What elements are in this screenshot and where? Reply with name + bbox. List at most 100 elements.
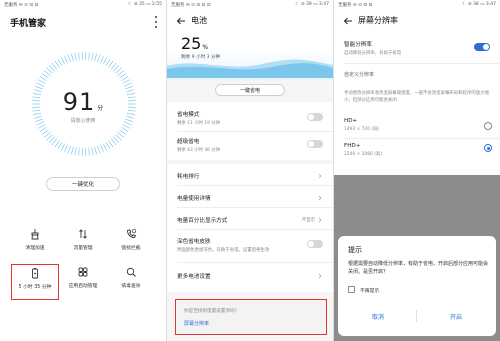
battery-percent-unit: % [202,44,209,51]
ring-tick [88,147,90,156]
row-divider [177,207,333,208]
row-title: 省电模式 [177,112,200,118]
ring-tick [48,65,55,72]
status-right: ☾ ⊘ 38 ▭ 3:47 [462,2,496,7]
tile-block[interactable]: 骚扰拦截 [107,226,155,262]
option-subtitle: 1493 × 720 (低) [344,127,380,132]
tile-battery[interactable]: 5 小时 35 分钟 [11,264,59,300]
status-right: ☾ ⊘ 35 ▭ 2:55 [128,2,162,7]
ring-tick [122,79,131,84]
description: 手动更改分辨率会改变屏幕观感度，一般不会改变屏幕布局和程序的放大缩小，但部分应用… [344,91,489,103]
tile-app-launch[interactable]: 应用启动管理 [59,264,107,300]
tile-label: 流量管理 [73,246,93,251]
phone-manager-panel: 无服务 ✉ ⊙ ⊡ ⊡ ☾ ⊘ 35 ▭ 2:55 手机管家 91 分 请放心使用… [0,0,166,341]
screen-resolution-link[interactable]: 屏幕分辨率 [184,320,209,327]
row-title: 电量使用详情 [177,196,211,202]
one-tap-save-button[interactable]: 一键省电 [215,84,285,96]
option-title: HD+ [344,118,358,124]
smart-resolution-toggle[interactable] [474,43,490,51]
page-title: 屏幕分辨率 [358,16,398,25]
ring-tick [39,76,47,82]
dark-skin-toggle[interactable] [307,240,323,248]
ring-tick [37,79,46,84]
broom-icon [31,229,39,240]
ring-tick [97,54,101,63]
fhd-radio[interactable] [484,144,492,152]
ring-tick [117,70,125,77]
score: 91 分 [0,88,166,116]
back-arrow-icon[interactable] [176,16,186,26]
ring-tick [94,53,97,62]
no-remind-label: 不再提示 [360,289,380,294]
fhd-option[interactable]: FHD+ 2240 × 1080 (高) [344,143,490,158]
more-battery-settings-row[interactable]: 更多电池设置 [177,272,323,280]
hd-radio[interactable] [484,122,492,130]
option-subtitle: 2240 × 1080 (高) [344,152,383,157]
chevron-right-icon [318,273,322,279]
ring-tick [37,124,46,129]
battery-panel: 无服务 ✉ ⊙ ⊡ ⊡ ⊡ ☾ ⊘ 39 ▭ 3:47 电池 25% 剩余 9 … [167,0,333,341]
ring-tick [113,136,120,143]
ring-tick [41,129,49,135]
ring-tick [100,55,104,64]
custom-resolution-desc: 手动更改分辨率会改变屏幕观感度，一般不会改变屏幕布局和程序的放大缩小，但部分应用… [344,88,490,104]
ring-tick [110,62,117,70]
enable-button[interactable]: 开启 [426,312,486,321]
ring-tick [51,62,58,70]
ring-tick [36,82,44,87]
cancel-button[interactable]: 取消 [348,312,408,321]
tile-data-usage[interactable]: 流量管理 [59,226,107,262]
page-title: 手机管家 [10,19,47,29]
save-mode-row[interactable]: 省电模式 剩余 11 小时 19 分钟 [177,110,323,126]
hd-option[interactable]: HD+ 1493 × 720 (低) [344,118,490,133]
row-title: 更多电池设置 [177,274,211,280]
ultra-save-row[interactable]: 超级省电 剩余 43 小时 46 分钟 [177,137,323,153]
row-divider [344,63,500,64]
more-options-icon[interactable] [154,16,158,28]
row-divider [177,131,333,132]
optimize-button[interactable]: 一键优化 [46,177,120,191]
ring-tick [54,140,60,148]
percent-display-row[interactable]: 电量百分比显示方式 不显示 [177,216,323,224]
status-bar: 无服务 ✉ ⊙ ⊡ ⊡ ☾ ⊘ 38 ▭ 3:47 [334,0,500,10]
battery-percent: 25% [181,34,208,53]
battery-remaining: 剩余 9 小时 3 分钟 [181,55,221,60]
ring-tick [67,54,71,63]
back-arrow-icon[interactable] [343,16,353,26]
ring-tick [119,129,127,135]
ring-tick [124,82,132,87]
ring-tick [74,52,77,61]
row-title: 超级省电 [177,139,200,145]
ring-tick [78,52,80,61]
dark-skin-row[interactable]: 深色省电皮肤 界面颜色更加深色，有助于省电，设置后将生效 [177,237,323,253]
no-remind-checkbox[interactable] [348,286,355,293]
usage-details-row[interactable]: 电量使用详情 [177,194,323,202]
dialog-message: 根据需要自动降低分辨率，有助于省电，开启后部分应用可能会关闭。是否开启？ [348,261,489,275]
save-mode-toggle[interactable] [307,113,323,121]
battery-settings-card: 耗电排行 电量使用详情 电量百分比显示方式 不显示 深色省电皮肤 界面颜色更加深… [167,164,333,292]
power-ranking-row[interactable]: 耗电排行 [177,172,323,180]
tile-cleanup[interactable]: 清理加速 [11,226,59,262]
ring-tick [64,55,68,64]
ring-tick [48,136,55,143]
status-bar: 无服务 ✉ ⊙ ⊡ ⊡ ⊡ ☾ ⊘ 39 ▭ 3:47 [167,0,333,10]
row-divider [177,229,333,230]
ring-tick [117,131,125,138]
status-left: 无服务 ✉ ⊙ ⊡ ⊡ [4,3,39,8]
ring-tick [108,60,114,68]
row-title: 智能分辨率 [344,42,372,48]
ring-tick [119,73,127,79]
row-value: 不显示 [301,218,315,223]
ring-tick [115,67,122,74]
suggestion-question: 你是否找到电量设置项吗？ [184,309,240,314]
ring-tick [108,140,114,148]
ring-tick [91,147,94,156]
ring-tick [105,58,111,67]
ring-tick [51,138,58,146]
ring-tick [122,124,131,129]
chevron-right-icon [318,217,322,223]
tile-virus-scan[interactable]: 病毒查杀 [107,264,155,300]
ultra-save-toggle[interactable] [307,140,323,148]
ring-tick [91,52,94,61]
smart-resolution-row[interactable]: 智能分辨率 自动降低分辨率，有助于省电 [344,40,490,57]
